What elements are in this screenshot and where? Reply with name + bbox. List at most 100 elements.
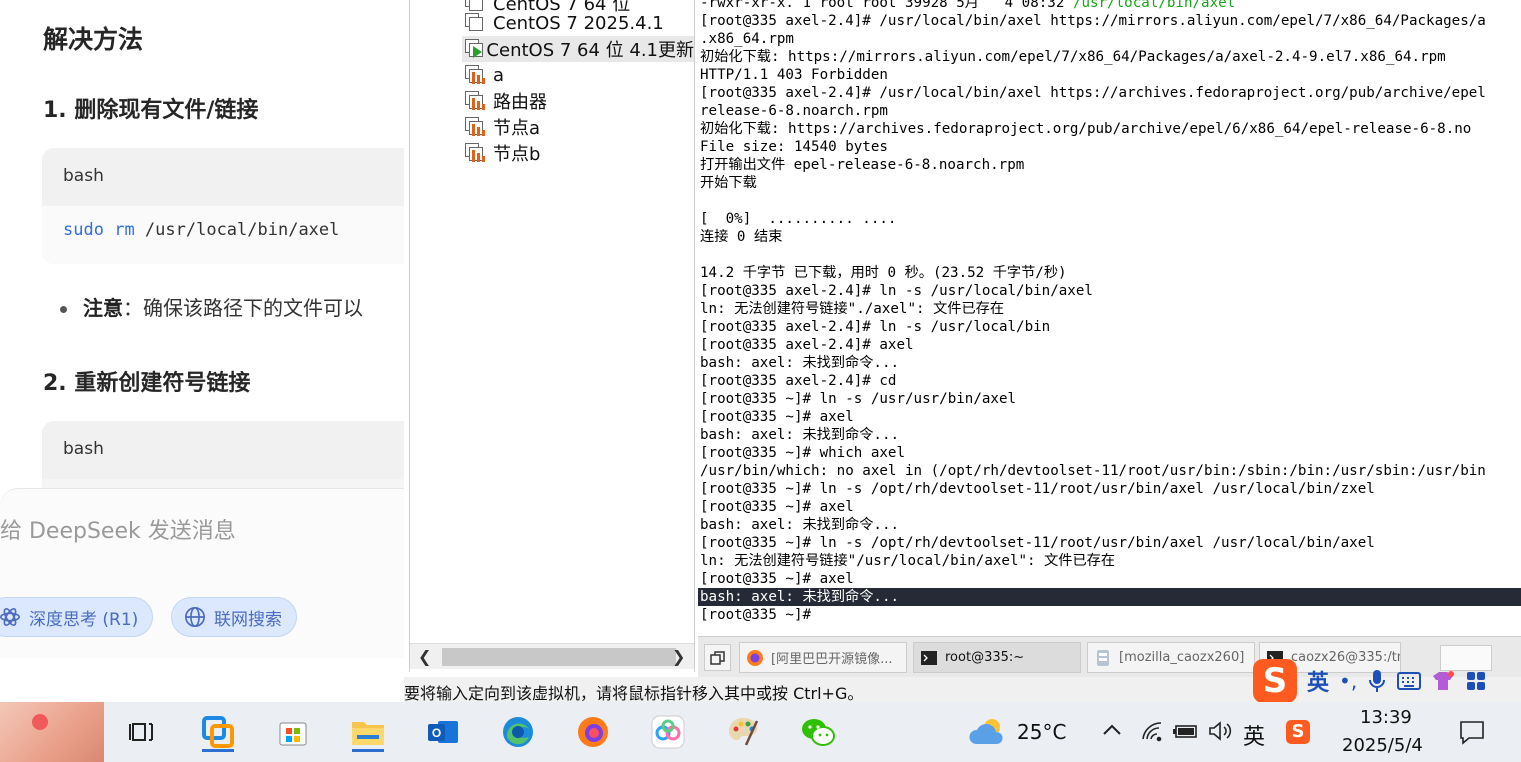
code-content[interactable]: sudo rm /usr/local/bin/axel (42, 206, 404, 264)
battery-icon[interactable] (1172, 722, 1200, 744)
sogou-ime-icon[interactable]: S (1253, 659, 1297, 703)
vm-tree-item[interactable]: 节点a (465, 114, 540, 140)
terminal-icon (921, 650, 937, 665)
terminal-line: [root@335 ~]# (700, 606, 828, 624)
vm-tree-label: a (493, 64, 505, 86)
terminal-line: -rwxr-xr-x. 1 root root 39928 5月 4 08:32… (700, 0, 1235, 12)
guest-task-terminal[interactable]: root@335:~ (913, 642, 1081, 673)
vm-tree-item[interactable]: CentOS 7 2025.4.1 (465, 10, 664, 36)
file-manager-icon (1097, 649, 1109, 666)
vm-tree-item[interactable]: 路由器 (465, 88, 547, 114)
step1-heading: 1. 删除现有文件/链接 (43, 98, 259, 123)
skin-icon[interactable] (1431, 670, 1455, 692)
deep-think-button[interactable]: 深度思考 (R1) (0, 597, 154, 637)
vm-tree-item[interactable]: 节点b (465, 140, 540, 166)
terminal-line: /usr/bin/which: no axel in (/opt/rh/devt… (700, 463, 1486, 479)
chat-input-placeholder[interactable]: 给 DeepSeek 发送消息 (0, 513, 236, 545)
chat-input-box[interactable]: 给 DeepSeek 发送消息 深度思考 (R1) 联网搜索 (0, 488, 404, 658)
deepseek-chat-pane: 解决方法 1. 删除现有文件/链接 bash sudo rm /usr/loca… (0, 0, 404, 700)
punctuation-icon[interactable]: •, (1339, 669, 1357, 693)
vm-suspended-icon (465, 65, 485, 85)
guest-task-label: root@335:~ (945, 650, 1025, 665)
code-lang-label: bash (42, 421, 404, 479)
clock-time[interactable]: 13:39 (1360, 707, 1412, 728)
windows-taskbar: O 25°C 英 S 13:39 2025/5/4 (0, 702, 1521, 762)
vm-library-pane: CentOS 7 64 位 CentOS 7 2025.4.1 CentOS 7… (409, 0, 695, 672)
terminal-cursor (820, 608, 828, 622)
guest-task-label: [mozilla_caozx260] (1119, 650, 1245, 665)
terminal-line: [root@335 axel-2.4]# ln -s /usr/local/bi… (700, 319, 1051, 335)
note-label: 注意 (83, 296, 123, 320)
scroll-left-icon[interactable]: ❮ (418, 647, 431, 666)
vm-tree-item-selected[interactable]: CentOS 7 64 位 4.1更新 (462, 36, 694, 62)
vm-tree-label: CentOS 7 64 位 4.1更新 (486, 40, 694, 61)
firefox-taskbar-icon[interactable] (573, 712, 613, 752)
vmware-icon[interactable] (198, 712, 238, 752)
wifi-icon[interactable] (1140, 720, 1164, 746)
svg-text:O: O (432, 726, 441, 740)
terminal-line: [root@335 ~]# axel (700, 409, 854, 425)
terminal-line: bash: axel: 未找到命令... (700, 427, 900, 443)
terminal-line: bash: axel: 未找到命令... (700, 355, 900, 371)
scroll-right-icon[interactable]: ❯ (672, 647, 685, 666)
terminal-line: [root@335 axel-2.4]# axel (700, 337, 914, 353)
terminal-line: [root@335 ~]# ln -s /opt/rh/devtoolset-1… (700, 481, 1375, 497)
terminal-line: [root@335 ~]# ln -s /usr/usr/bin/axel (700, 391, 1017, 407)
solution-heading: 解决方法 (43, 25, 144, 54)
sogou-tray-icon[interactable]: S (1286, 720, 1310, 744)
terminal-line: 14.2 千字节 已下载，用时 0 秒。(23.52 千字节/秒) (700, 265, 1067, 281)
terminal-line: ln: 无法创建符号链接"./axel": 文件已存在 (700, 301, 1005, 317)
microsoft-store-icon[interactable] (273, 712, 313, 752)
microphone-icon[interactable] (1367, 668, 1387, 694)
wechat-icon[interactable] (798, 712, 838, 752)
vm-tree-label: 节点b (493, 144, 541, 165)
terminal-line: File size: 14540 bytes (700, 139, 888, 155)
bullet-dot (60, 306, 67, 313)
weather-cloud-icon[interactable] (968, 716, 1008, 752)
ime-lang-indicator[interactable]: 英 (1307, 665, 1329, 697)
terminal-line: [root@335 axel-2.4]# ln -s /usr/local/bi… (700, 283, 1093, 299)
file-explorer-icon[interactable] (348, 712, 388, 752)
globe-icon (185, 607, 205, 627)
vm-tree-label: 路由器 (493, 92, 547, 113)
code-token-rm: rm (114, 220, 135, 240)
terminal-line: [root@335 ~]# axel (700, 571, 854, 587)
note-bullet: 注意：确保该路径下的文件可以 (60, 292, 363, 321)
restore-windows-icon (710, 650, 725, 665)
scrollbar-thumb[interactable] (442, 648, 676, 666)
vm-suspended-icon (465, 91, 485, 111)
terminal-executable-path: /usr/local/bin/axel (1072, 0, 1236, 11)
input-language-indicator[interactable]: 英 (1243, 719, 1265, 751)
terminal-line: ln: 无法创建符号链接"/usr/local/bin/axel": 文件已存在 (700, 553, 1116, 569)
keyboard-icon[interactable] (1397, 671, 1422, 691)
task-view-icon[interactable] (121, 712, 161, 752)
clock-date[interactable]: 2025/5/4 (1342, 735, 1423, 756)
notification-center-icon[interactable] (1459, 719, 1485, 749)
widgets-thumbnail[interactable] (0, 702, 104, 762)
step2-heading: 2. 重新创建符号链接 (43, 371, 251, 396)
terminal-line: release-6-8.noarch.rpm (700, 103, 888, 119)
horizontal-scrollbar[interactable]: ❮ ❯ (410, 643, 694, 669)
note-text: ：确保该路径下的文件可以 (123, 296, 363, 320)
atom-icon (0, 608, 20, 626)
guest-task-firefox[interactable]: [阿里巴巴开源镜像... (739, 642, 907, 673)
terminal-line: bash: axel: 未找到命令... (700, 517, 900, 533)
volume-icon[interactable] (1207, 720, 1233, 746)
edge-browser-icon[interactable] (498, 712, 538, 752)
show-hidden-icons-icon[interactable] (1101, 720, 1123, 744)
terminal-line: [root@335 axel-2.4]# /usr/local/bin/axel… (700, 13, 1486, 29)
web-search-button[interactable]: 联网搜索 (171, 597, 297, 637)
ime-toolbar: S 英 •, (1253, 659, 1521, 703)
vm-tree-item[interactable]: a (465, 62, 504, 88)
weather-temperature[interactable]: 25°C (1017, 720, 1066, 744)
paint-palette-icon[interactable] (723, 712, 763, 752)
terminal-console[interactable]: -rwxr-xr-x. 1 root root 39928 5月 4 08:32… (698, 0, 1521, 636)
guest-task-file-manager[interactable]: [mozilla_caozx260] (1087, 642, 1255, 673)
vm-icon (465, 13, 485, 33)
show-desktop-button[interactable] (704, 644, 731, 671)
terminal-line: 打开输出文件 epel-release-6-8.noarch.rpm (700, 157, 1025, 173)
baidu-netdisk-icon[interactable] (648, 712, 688, 752)
outlook-icon[interactable]: O (423, 712, 463, 752)
terminal-line: [root@335 axel-2.4]# cd (700, 373, 897, 389)
toolbox-icon[interactable] (1465, 670, 1487, 692)
